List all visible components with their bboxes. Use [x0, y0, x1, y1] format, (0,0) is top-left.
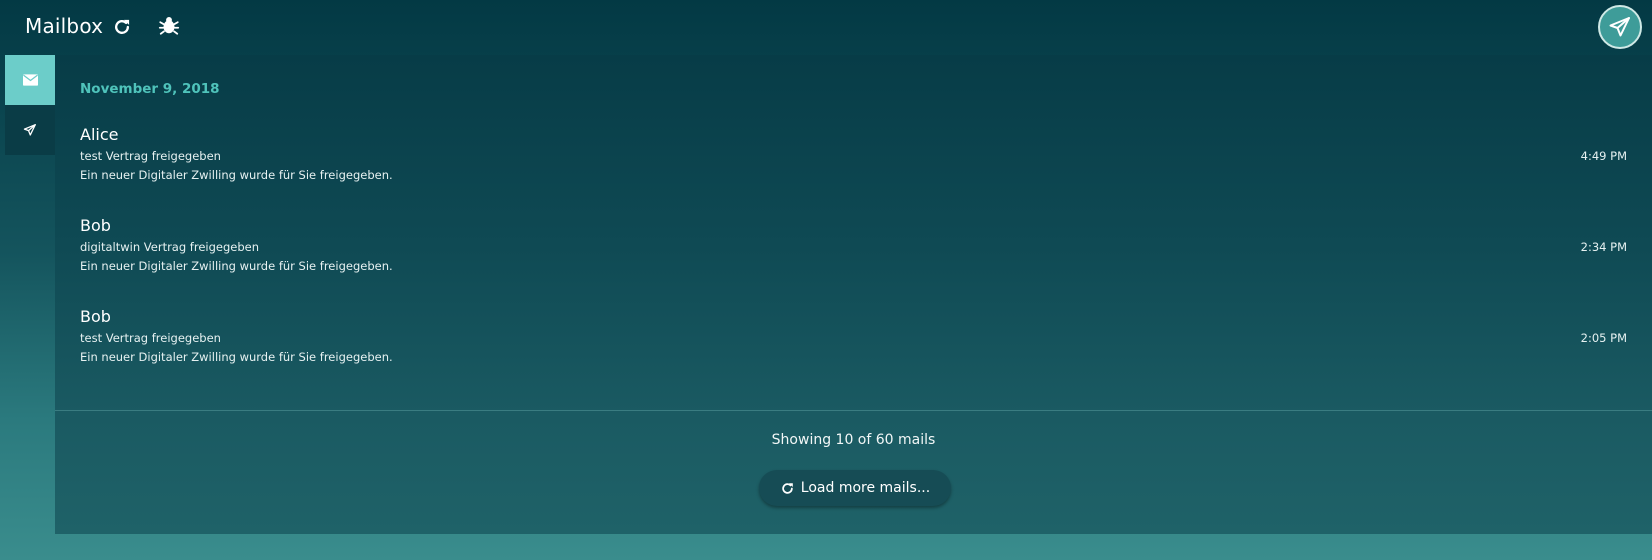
tab-inbox[interactable]	[5, 55, 55, 105]
envelope-icon	[22, 74, 38, 86]
mail-item[interactable]: Bob test Vertrag freigegeben Ein neuer D…	[55, 307, 1652, 398]
sidebar-tabs	[5, 55, 55, 155]
mail-item[interactable]: Alice test Vertrag freigegeben Ein neuer…	[55, 125, 1652, 216]
mail-panel: November 9, 2018 Alice test Vertrag frei…	[55, 55, 1652, 534]
tab-sent[interactable]	[5, 105, 55, 155]
load-more-button[interactable]: Load more mails...	[759, 470, 951, 506]
paper-plane-icon	[1609, 17, 1630, 37]
refresh-button[interactable]	[111, 16, 133, 38]
mail-sender: Bob	[80, 307, 111, 326]
footer-divider	[55, 410, 1652, 411]
mail-sender: Bob	[80, 216, 111, 235]
mail-sender: Alice	[80, 125, 119, 144]
mail-list: Alice test Vertrag freigegeben Ein neuer…	[55, 125, 1652, 398]
mail-preview: Ein neuer Digitaler Zwilling wurde für S…	[80, 350, 393, 364]
date-heading: November 9, 2018	[80, 81, 220, 97]
mail-subject: digitaltwin Vertrag freigegeben	[80, 240, 260, 254]
mail-count-status: Showing 10 of 60 mails	[771, 432, 936, 448]
mail-time: 4:49 PM	[1580, 149, 1627, 163]
paper-plane-icon	[23, 124, 36, 136]
compose-button[interactable]	[1598, 5, 1642, 49]
app-title: Mailbox	[25, 14, 104, 38]
mail-preview: Ein neuer Digitaler Zwilling wurde für S…	[80, 259, 393, 273]
refresh-icon	[782, 482, 793, 494]
app-header: Mailbox	[0, 0, 1652, 55]
bug-icon	[158, 17, 180, 35]
refresh-icon	[115, 19, 130, 34]
mail-item[interactable]: Bob digitaltwin Vertrag freigegeben Ein …	[55, 216, 1652, 307]
debug-button[interactable]	[158, 14, 180, 36]
mail-subject: test Vertrag freigegeben	[80, 149, 221, 163]
load-more-label: Load more mails...	[800, 480, 931, 496]
mail-time: 2:34 PM	[1580, 240, 1627, 254]
mail-time: 2:05 PM	[1580, 331, 1627, 345]
mail-subject: test Vertrag freigegeben	[80, 331, 221, 345]
mail-preview: Ein neuer Digitaler Zwilling wurde für S…	[80, 168, 393, 182]
